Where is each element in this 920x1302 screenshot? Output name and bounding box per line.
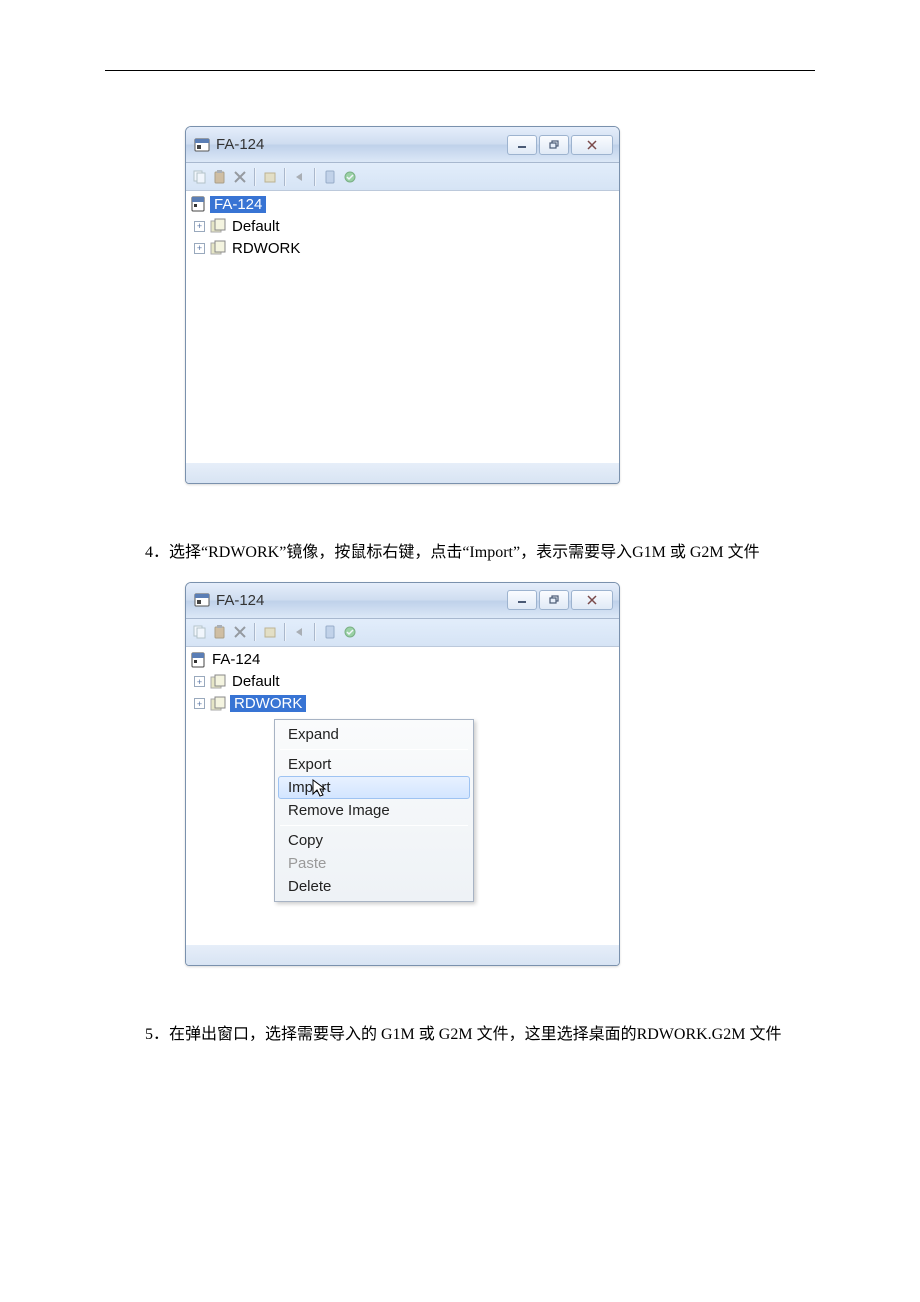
image-icon	[210, 218, 226, 234]
tree-item-default[interactable]: + Default	[190, 671, 615, 693]
horizontal-rule	[105, 70, 815, 71]
toolbar-separator	[284, 623, 286, 641]
restore-icon	[549, 595, 560, 605]
paste-icon[interactable]	[212, 169, 228, 185]
tree-item-label: Default	[230, 673, 282, 690]
window-controls	[505, 135, 613, 155]
tree-item-label: RDWORK	[230, 240, 302, 257]
tree-item-rdwork[interactable]: + RDWORK	[190, 237, 615, 259]
tree-view[interactable]: FA-124 + Default + RDWORK Expand Export	[186, 647, 619, 945]
new-image-icon[interactable]	[262, 624, 278, 640]
minimize-button[interactable]	[507, 135, 537, 155]
close-button[interactable]	[571, 590, 613, 610]
page: FA-124	[0, 0, 920, 1104]
minimize-icon	[517, 595, 527, 605]
app-icon	[194, 137, 210, 153]
tree-item-rdwork[interactable]: + RDWORK	[190, 693, 615, 715]
tree-item-label: Default	[230, 218, 282, 235]
menu-item-expand[interactable]: Expand	[278, 723, 470, 746]
minimize-button[interactable]	[507, 590, 537, 610]
copy-icon[interactable]	[192, 624, 208, 640]
restore-icon	[549, 140, 560, 150]
title-bar[interactable]: FA-124	[186, 127, 619, 163]
expand-icon[interactable]: +	[194, 676, 205, 687]
toolbar	[186, 163, 619, 191]
new-image-icon[interactable]	[262, 169, 278, 185]
restore-button[interactable]	[539, 135, 569, 155]
app-window: FA-124	[185, 582, 620, 966]
menu-item-delete[interactable]: Delete	[278, 875, 470, 898]
menu-separator	[280, 749, 468, 750]
menu-item-remove-image[interactable]: Remove Image	[278, 799, 470, 822]
back-icon[interactable]	[292, 169, 308, 185]
menu-item-export[interactable]: Export	[278, 753, 470, 776]
copy-icon[interactable]	[192, 169, 208, 185]
screenshot-window-2: FA-124	[185, 582, 815, 966]
tree-view[interactable]: FA-124 + Default + RDWORK	[186, 191, 619, 463]
minimize-icon	[517, 140, 527, 150]
close-button[interactable]	[571, 135, 613, 155]
screenshot-window-1: FA-124	[185, 126, 815, 484]
tree-item-label: RDWORK	[230, 695, 306, 712]
toolbar-separator	[314, 168, 316, 186]
tree-root[interactable]: FA-124	[190, 649, 615, 671]
calculator-icon[interactable]	[322, 624, 338, 640]
toolbar	[186, 619, 619, 647]
app-icon	[194, 592, 210, 608]
tree-item-default[interactable]: + Default	[190, 215, 615, 237]
expand-icon[interactable]: +	[194, 221, 205, 232]
restore-button[interactable]	[539, 590, 569, 610]
status-bar	[186, 945, 619, 965]
toolbar-separator	[254, 168, 256, 186]
expand-icon[interactable]: +	[194, 243, 205, 254]
app-window: FA-124	[185, 126, 620, 484]
image-icon	[210, 696, 226, 712]
window-title: FA-124	[216, 136, 505, 153]
close-icon	[586, 595, 598, 605]
connect-icon[interactable]	[342, 624, 358, 640]
tree-root-label: FA-124	[210, 196, 266, 213]
toolbar-separator	[284, 168, 286, 186]
back-icon[interactable]	[292, 624, 308, 640]
close-icon	[586, 140, 598, 150]
window-controls	[505, 590, 613, 610]
menu-separator	[280, 825, 468, 826]
image-icon	[210, 240, 226, 256]
paste-icon[interactable]	[212, 624, 228, 640]
image-icon	[210, 674, 226, 690]
expand-icon[interactable]: +	[194, 698, 205, 709]
status-bar	[186, 463, 619, 483]
tree-root-label: FA-124	[210, 651, 262, 668]
step-5-text: 5．在弹出窗口，选择需要导入的 G1M 或 G2M 文件，这里选择桌面的RDWO…	[105, 1021, 815, 1050]
delete-icon[interactable]	[232, 169, 248, 185]
delete-icon[interactable]	[232, 624, 248, 640]
toolbar-separator	[314, 623, 316, 641]
tree-root[interactable]: FA-124	[190, 193, 615, 215]
connect-icon[interactable]	[342, 169, 358, 185]
toolbar-separator	[254, 623, 256, 641]
calculator-icon	[190, 196, 206, 212]
menu-item-paste: Paste	[278, 852, 470, 875]
menu-item-copy[interactable]: Copy	[278, 829, 470, 852]
title-bar[interactable]: FA-124	[186, 583, 619, 619]
window-title: FA-124	[216, 592, 505, 609]
step-4-text: 4．选择“RDWORK”镜像，按鼠标右键，点击“Import”，表示需要导入G1…	[105, 539, 815, 568]
calculator-icon[interactable]	[322, 169, 338, 185]
context-menu: Expand Export Import Remove Image Copy P…	[274, 719, 474, 902]
menu-item-import[interactable]: Import	[278, 776, 470, 799]
calculator-icon	[190, 652, 206, 668]
